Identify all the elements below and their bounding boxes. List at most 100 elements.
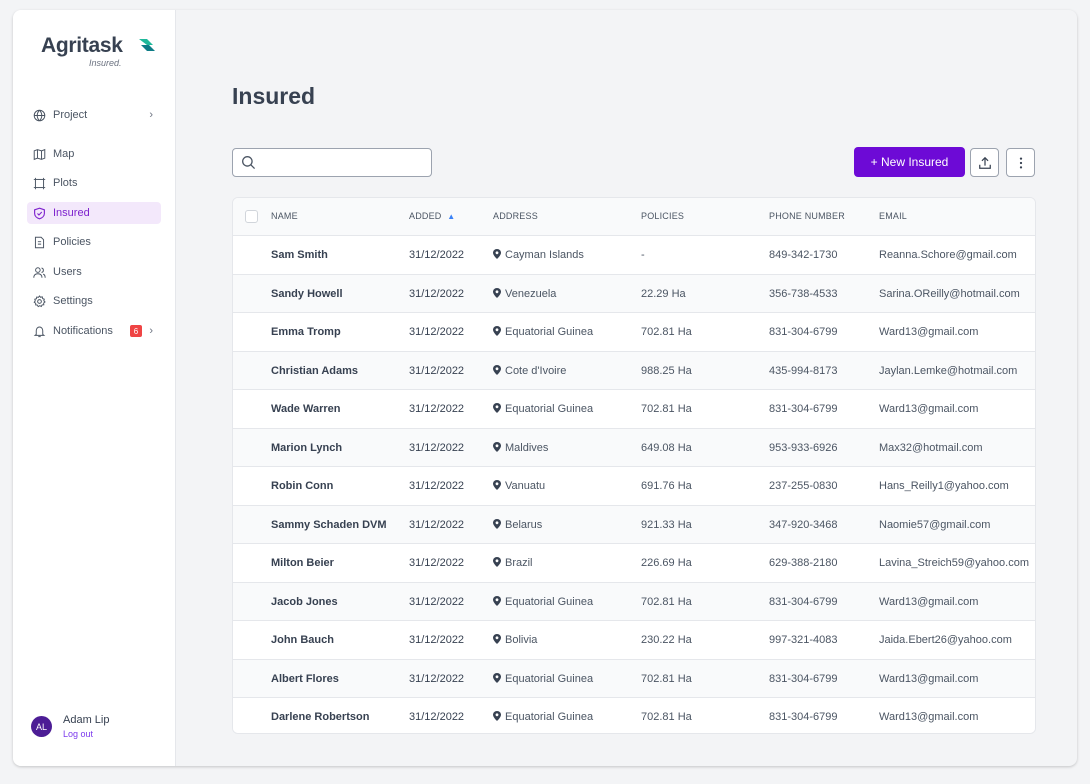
location-pin-icon [493,711,501,721]
sidebar-item-settings[interactable]: Settings [27,290,161,312]
map-icon [33,148,46,160]
sidebar-item-plots[interactable]: Plots [27,172,161,194]
new-insured-button[interactable]: + New Insured [854,147,965,177]
cell-phone: 435-994-8173 [769,364,838,377]
address-text: Maldives [505,441,549,454]
location-pin-icon [493,441,501,452]
table-row[interactable]: Emma Tromp 31/12/2022 Equatorial Guinea 702… [233,313,1035,352]
column-header-phone[interactable]: PHONE NUMBER [769,211,845,221]
logout-link[interactable]: Log out [63,729,109,739]
address-text: Belarus [505,518,543,531]
search-icon [242,156,256,170]
cell-added: 31/12/2022 [409,557,465,569]
address-text: Equatorial Guinea [505,403,594,415]
search-input[interactable] [262,155,431,170]
cell-added: 31/12/2022 [409,249,465,261]
cell-policies: 691.76 Ha [641,480,692,492]
cell-policies: 230.22 Ha [641,634,692,646]
cell-address: Equatorial Guinea [493,711,593,723]
cell-added: 31/12/2022 [409,595,465,608]
table-header: NAME ADDED ▲ ADDRESS POLICIES PHONE NUMB… [233,198,1035,236]
cell-added: 31/12/2022 [409,441,465,454]
cell-added: 31/12/2022 [409,518,465,531]
select-all-checkbox[interactable] [245,210,258,223]
cell-policies: 226.69 Ha [641,557,692,569]
cell-phone: 356-738-4533 [769,287,838,300]
sidebar-item-notifications[interactable]: Notifications 6 › [27,320,161,342]
cell-name: Sam Smith [271,249,328,261]
cell-email: Ward13@gmail.com [879,711,979,723]
column-header-added[interactable]: ADDED ▲ [409,211,455,221]
cell-address: Equatorial Guinea [493,326,593,338]
more-vertical-icon [1019,156,1022,169]
location-pin-icon [493,557,501,567]
column-header-address[interactable]: ADDRESS [493,211,538,221]
table-row[interactable]: Marion Lynch 31/12/2022 Maldives 649.08 Ha 9… [233,428,1035,467]
location-pin-icon [493,518,501,529]
sidebar: Agritask Insured. Project › Map Plots In… [13,10,176,766]
document-icon [34,236,45,248]
table-row[interactable]: Sammy Schaden DVM 31/12/2022 Belarus 921.33… [233,505,1035,544]
sidebar-item-insured[interactable]: Insured [27,202,161,224]
table-row[interactable]: Wade Warren 31/12/2022 Equatorial Guinea 70… [233,390,1035,429]
table-row[interactable]: Darlene Robertson 31/12/2022 Equatorial Gu… [233,698,1035,733]
table-row[interactable]: Robin Conn 31/12/2022 Vanuatu 691.76 Ha 237-… [233,467,1035,506]
avatar[interactable]: AL [31,716,52,737]
cell-phone: 997-321-4083 [769,634,838,646]
cell-policies: 702.81 Ha [641,672,692,685]
address-text: Vanuatu [505,480,546,492]
cell-name: Robin Conn [271,480,334,492]
table-row[interactable]: Albert Flores 31/12/2022 Equatorial Guinea… [233,659,1035,698]
cell-added: 31/12/2022 [409,326,465,338]
sidebar-item-label: Project [53,109,88,121]
column-header-email[interactable]: EMAIL [879,211,907,221]
table-row[interactable]: Sam Smith 31/12/2022 Cayman Islands - 849-34… [233,236,1035,275]
export-button[interactable] [970,148,999,177]
bell-icon [33,326,46,337]
address-text: Equatorial Guinea [505,595,594,608]
cell-policies: 22.29 Ha [641,287,686,300]
sidebar-item-label: Insured [53,207,90,219]
sidebar-item-users[interactable]: Users [27,261,161,283]
column-header-policies[interactable]: POLICIES [641,211,684,221]
cell-email: Max32@hotmail.com [879,441,983,454]
cell-name: John Bauch [271,634,334,646]
sidebar-item-project[interactable]: Project › [27,104,161,126]
shield-icon [34,207,45,219]
cell-address: Equatorial Guinea [493,403,593,415]
table-row[interactable]: John Bauch 31/12/2022 Bolivia 230.22 Ha 997-… [233,621,1035,660]
cell-address: Maldives [493,441,549,454]
more-options-button[interactable] [1006,148,1035,177]
cell-policies: 988.25 Ha [641,364,692,377]
cell-name: Sammy Schaden DVM [271,518,387,531]
address-text: Brazil [505,557,533,569]
table-row[interactable]: Christian Adams 31/12/2022 Cote d'Ivoire 98… [233,351,1035,390]
address-text: Cote d'Ivoire [505,364,567,377]
cell-added: 31/12/2022 [409,287,465,300]
column-header-label: ADDED [409,211,442,221]
sidebar-item-policies[interactable]: Policies [27,231,161,253]
cell-added: 31/12/2022 [409,480,465,492]
location-pin-icon [493,364,501,375]
brand-logo[interactable]: Agritask Insured. [41,34,155,68]
cell-address: Equatorial Guinea [493,595,594,608]
table-row[interactable]: Milton Beier 31/12/2022 Brazil 226.69 Ha 629… [233,544,1035,583]
insured-table: NAME ADDED ▲ ADDRESS POLICIES PHONE NUMB… [232,197,1036,734]
cell-phone: 831-304-6799 [769,672,838,685]
sidebar-item-map[interactable]: Map [27,143,161,165]
brand-name: Agritask [41,34,123,57]
cell-email: Jaida.Ebert26@yahoo.com [879,634,1012,646]
cell-policies: 702.81 Ha [641,711,692,723]
table-row[interactable]: Sandy Howell 31/12/2022 Venezuela 22.29 Ha 3… [233,274,1035,313]
column-header-name[interactable]: NAME [271,211,298,221]
cell-added: 31/12/2022 [409,364,465,377]
cell-name: Marion Lynch [271,441,343,454]
table-row[interactable]: Jacob Jones 31/12/2022 Equatorial Guinea 70… [233,582,1035,621]
cell-address: Belarus [493,518,543,531]
globe-icon [33,109,46,121]
cell-policies: 649.08 Ha [641,441,692,454]
sidebar-item-label: Notifications [53,325,113,337]
cell-policies: 702.81 Ha [641,326,692,338]
search-box[interactable] [232,148,432,177]
cell-name: Emma Tromp [271,326,341,338]
